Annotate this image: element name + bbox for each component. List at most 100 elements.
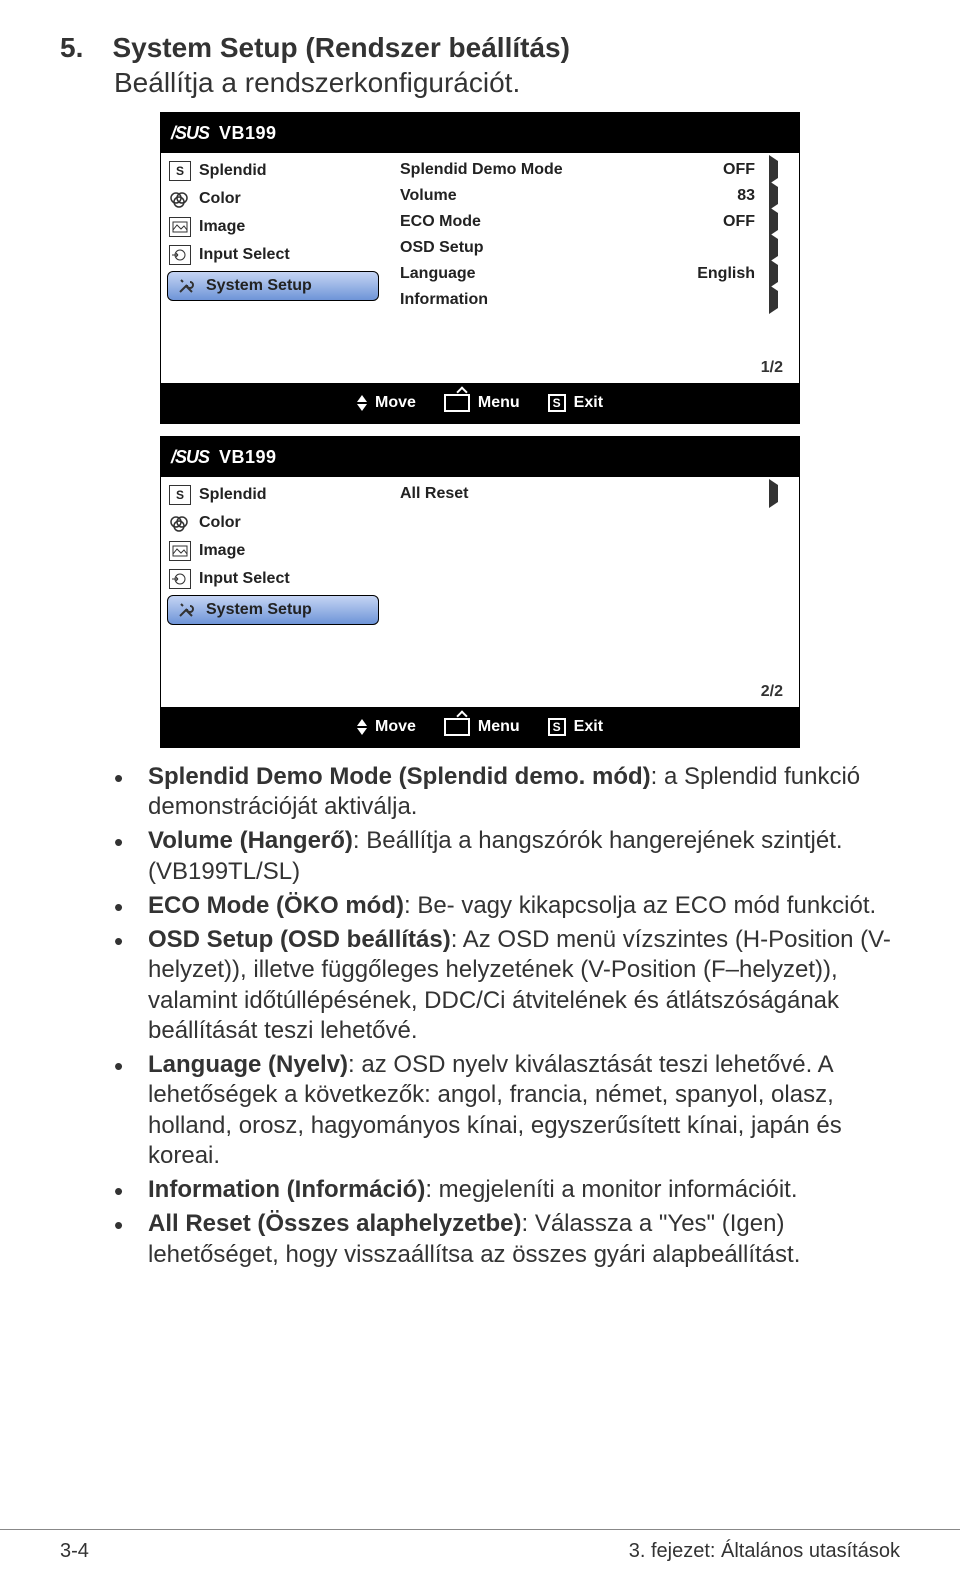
osd-sidebar: S Splendid Color Image Input Select — [161, 477, 386, 707]
row-value: OFF — [669, 213, 769, 231]
bullet-item: OSD Setup (OSD beállítás): Az OSD menü v… — [114, 925, 900, 1046]
heading-number: 5. — [60, 30, 108, 65]
updown-icon — [357, 395, 367, 411]
footer-move: Move — [357, 394, 416, 412]
tools-icon — [176, 276, 198, 296]
bullet-term: All Reset (Összes alaphelyzetbe) — [148, 1210, 521, 1237]
osd-sidebar: S Splendid Color Image Input Select — [161, 153, 386, 383]
menu-icon — [444, 718, 470, 736]
page-footer: 3-4 3. fejezet: Általános utasítások — [0, 1529, 960, 1563]
tools-icon — [176, 600, 198, 620]
sidebar-label: Input Select — [199, 246, 290, 264]
menu-row-language[interactable]: Language English — [386, 261, 799, 287]
bullet-term: Language (Nyelv) — [148, 1051, 348, 1078]
menu-row-all-reset[interactable]: All Reset — [386, 481, 799, 507]
footer-label: Exit — [574, 718, 603, 736]
osd-titlebar: /SUS VB199 — [161, 113, 799, 153]
brand-logo: /SUS — [171, 123, 209, 144]
sidebar-item-system[interactable]: System Setup — [167, 595, 379, 625]
footer-menu: Menu — [444, 718, 520, 736]
sidebar-item-input[interactable]: Input Select — [161, 241, 385, 269]
bullet-term: Information (Információ) — [148, 1176, 425, 1203]
sidebar-item-splendid[interactable]: S Splendid — [161, 157, 385, 185]
row-value: English — [669, 265, 769, 283]
bullet-item: Volume (Hangerő): Beállítja a hangszórók… — [114, 826, 900, 886]
menu-row-osd-setup[interactable]: OSD Setup — [386, 235, 799, 261]
menu-row-eco[interactable]: ECO Mode OFF — [386, 209, 799, 235]
bullet-item: Language (Nyelv): az OSD nyelv kiválaszt… — [114, 1050, 900, 1171]
sidebar-label: Image — [199, 218, 245, 236]
sidebar-label: Input Select — [199, 570, 290, 588]
bullet-list: Splendid Demo Mode (Splendid demo. mód):… — [114, 762, 900, 1270]
row-value: OFF — [669, 161, 769, 179]
sidebar-item-system[interactable]: System Setup — [167, 271, 379, 301]
osd-content: All Reset 2/2 — [386, 477, 799, 707]
s-icon: S — [169, 161, 191, 181]
chevron-right-icon — [769, 265, 785, 283]
heading-title: System Setup (Rendszer beállítás) — [112, 30, 569, 65]
chevron-right-icon — [769, 485, 785, 503]
osd-panel-page2: /SUS VB199 S Splendid Color Image — [160, 436, 800, 748]
sidebar-item-input[interactable]: Input Select — [161, 565, 385, 593]
sidebar-label: Splendid — [199, 162, 267, 180]
menu-row-splendid-demo[interactable]: Splendid Demo Mode OFF — [386, 157, 799, 183]
footer-label: Menu — [478, 394, 520, 412]
heading-subtitle: Beállítja a rendszerkonfigurációt. — [114, 65, 900, 100]
bullet-item: ECO Mode (ÖKO mód): Be- vagy kikapcsolja… — [114, 891, 900, 921]
row-label: ECO Mode — [400, 213, 669, 231]
section-heading: 5. System Setup (Rendszer beállítás) Beá… — [60, 30, 900, 100]
row-label: Splendid Demo Mode — [400, 161, 669, 179]
chevron-right-icon — [769, 291, 785, 309]
chevron-right-icon — [769, 213, 785, 231]
s-icon: S — [548, 394, 566, 412]
row-label: Language — [400, 265, 669, 283]
color-icon — [169, 189, 191, 209]
osd-footer: Move Menu S Exit — [161, 383, 799, 423]
sidebar-item-image[interactable]: Image — [161, 213, 385, 241]
chevron-right-icon — [769, 161, 785, 179]
page-footer-right: 3. fejezet: Általános utasítások — [629, 1540, 900, 1563]
menu-row-info[interactable]: Information — [386, 287, 799, 313]
row-label: Information — [400, 291, 669, 309]
page-number-left: 3-4 — [60, 1540, 89, 1563]
sidebar-item-image[interactable]: Image — [161, 537, 385, 565]
bullet-term: ECO Mode (ÖKO mód) — [148, 892, 404, 919]
bullet-item: Information (Információ): megjeleníti a … — [114, 1175, 900, 1205]
page-indicator: 1/2 — [761, 359, 783, 377]
color-icon — [169, 513, 191, 533]
input-icon — [169, 569, 191, 589]
bullet-term: Volume (Hangerő) — [148, 827, 353, 854]
model-label: VB199 — [219, 447, 277, 468]
bullet-term: OSD Setup (OSD beállítás) — [148, 926, 451, 953]
osd-panel-page1: /SUS VB199 S Splendid Color Image — [160, 112, 800, 424]
row-label: Volume — [400, 187, 669, 205]
sidebar-item-splendid[interactable]: S Splendid — [161, 481, 385, 509]
row-label: OSD Setup — [400, 239, 669, 257]
footer-exit: S Exit — [548, 394, 603, 412]
sidebar-label: System Setup — [206, 277, 312, 295]
sidebar-item-color[interactable]: Color — [161, 185, 385, 213]
footer-exit: S Exit — [548, 718, 603, 736]
image-icon — [169, 217, 191, 237]
sidebar-label: System Setup — [206, 601, 312, 619]
footer-label: Menu — [478, 718, 520, 736]
bullet-desc: : Be- vagy kikapcsolja az ECO mód funkci… — [404, 892, 876, 919]
osd-titlebar: /SUS VB199 — [161, 437, 799, 477]
model-label: VB199 — [219, 123, 277, 144]
sidebar-item-color[interactable]: Color — [161, 509, 385, 537]
bullet-item: Splendid Demo Mode (Splendid demo. mód):… — [114, 762, 900, 822]
footer-label: Exit — [574, 394, 603, 412]
row-label: All Reset — [400, 485, 669, 503]
page-indicator: 2/2 — [761, 683, 783, 701]
updown-icon — [357, 719, 367, 735]
s-icon: S — [548, 718, 566, 736]
osd-content: Splendid Demo Mode OFF Volume 83 ECO Mod… — [386, 153, 799, 383]
sidebar-label: Color — [199, 190, 241, 208]
row-value: 83 — [669, 187, 769, 205]
s-icon: S — [169, 485, 191, 505]
menu-row-volume[interactable]: Volume 83 — [386, 183, 799, 209]
sidebar-label: Color — [199, 514, 241, 532]
sidebar-label: Image — [199, 542, 245, 560]
footer-label: Move — [375, 718, 416, 736]
footer-label: Move — [375, 394, 416, 412]
